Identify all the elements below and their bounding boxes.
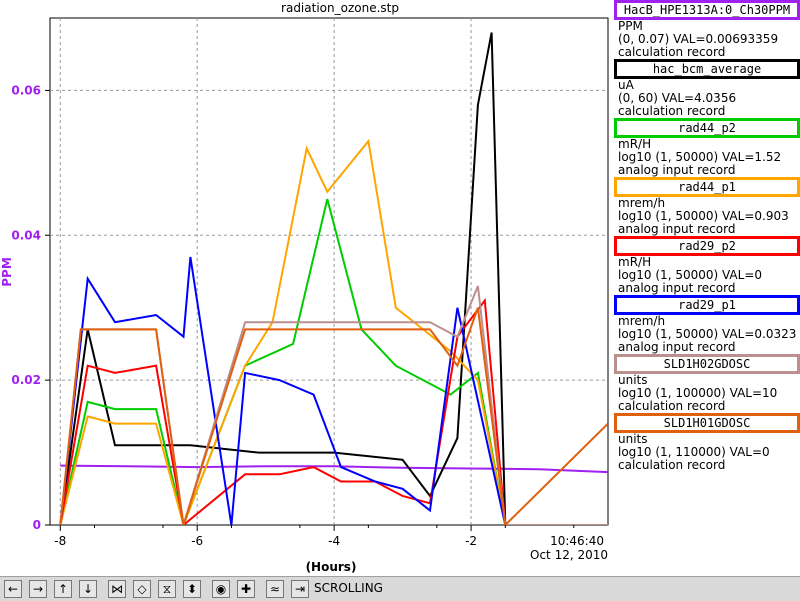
legend-entry[interactable]: HacB_HPE1313A:0_Ch30PPM PPM (0, 0.07) VAL=… [614,0,800,59]
target-icon: ◉ [215,582,227,596]
arrow-down-icon: ↓ [82,582,94,596]
y-tick-label: 0.04 [11,228,41,242]
arrow-up-icon: ↑ [57,582,69,596]
arrow-left-icon: ← [7,582,19,596]
pan-down-button[interactable]: ↓ [79,580,97,598]
legend-entry[interactable]: rad29_p1 mrem/h log10 (1, 50000) VAL=0.032… [614,295,800,354]
legend-record: analog input record [618,222,736,236]
end-time-label: 10:46:40 [550,534,604,548]
series-sld1h02gdosc [59,285,608,525]
scroll-icon: ⇥ [294,582,306,596]
legend-series-name[interactable]: rad44_p1 [614,177,800,197]
legend-series-name[interactable]: SLD1H02GDOSC [614,354,800,374]
y-axis-label: PPM [0,257,14,287]
legend-entry[interactable]: SLD1H02GDOSC units log10 (1, 100000) VAL=1… [614,354,800,413]
legend-series-name[interactable]: rad29_p2 [614,236,800,256]
legend-record: calculation record [618,45,726,59]
legend-entry[interactable]: rad44_p1 mrem/h log10 (1, 50000) VAL=0.903… [614,177,800,236]
series-rad29-p2 [59,297,608,525]
undo-zoom-icon: ≈ [269,582,281,596]
legend-entry[interactable]: SLD1H01GDOSC units log10 (1, 110000) VAL=0… [614,413,800,472]
legend-entry[interactable]: rad29_p2 mR/H log10 (1, 50000) VAL=0 analog… [614,236,800,295]
zoom-out-x-icon: ◇ [137,582,147,596]
legend-record: analog input record [618,340,736,354]
pan-left-button[interactable]: ← [4,580,22,598]
zoom-in-x-button[interactable]: ⋈ [108,580,126,598]
x-tick-label: -2 [465,534,477,548]
scroll-mode-label: SCROLLING [314,581,383,595]
zoom-out-y-icon: ⬍ [186,582,198,596]
legend-record: analog input record [618,281,736,295]
x-tick-label: -6 [191,534,203,548]
zoom-out-y-button[interactable]: ⬍ [183,580,201,598]
legend-panel: HacB_HPE1313A:0_Ch30PPM PPM (0, 0.07) VAL=… [614,0,800,472]
legend-series-name[interactable]: hac_bcm_average [614,59,800,79]
legend-record: calculation record [618,104,726,118]
zoom-in-y-icon: ⧖ [162,582,172,596]
legend-series-name[interactable]: rad29_p1 [614,295,800,315]
zoom-in-y-button[interactable]: ⧖ [158,580,176,598]
legend-record: analog input record [618,163,736,177]
y-tick-label: 0.06 [11,83,41,97]
toolbar: ← → ↑ ↓ ⋈ ◇ ⧖ ⬍ ◉ ✚ ≈ ⇥ SCROLLING [0,576,800,601]
scroll-button[interactable]: ⇥ [291,580,309,598]
legend-record: calculation record [618,458,726,472]
auto-zoom-button[interactable]: ◉ [212,580,230,598]
plus-icon: ✚ [240,582,252,596]
legend-record: calculation record [618,399,726,413]
x-axis-label: (Hours) [306,560,357,574]
arrow-right-icon: → [32,582,44,596]
legend-series-name[interactable]: SLD1H01GDOSC [614,413,800,433]
legend-entry[interactable]: hac_bcm_average uA (0, 60) VAL=4.0356 calcu… [614,59,800,118]
y-tick-label: 0 [33,518,41,532]
pan-right-button[interactable]: → [29,580,47,598]
undo-zoom-button[interactable]: ≈ [266,580,284,598]
zoom-out-x-button[interactable]: ◇ [133,580,151,598]
strip-chart-plot[interactable]: 0 0.02 0.04 0.06 -8 -6 -4 -2 10:46:40Oct 12, 201… [0,0,612,576]
legend-series-name[interactable]: rad44_p2 [614,118,800,138]
x-tick-label: -8 [54,534,66,548]
plot-frame [49,17,609,526]
x-tick-label: -4 [328,534,340,548]
zoom-in-x-icon: ⋈ [111,582,123,596]
pan-up-button[interactable]: ↑ [54,580,72,598]
legend-entry[interactable]: rad44_p2 mR/H log10 (1, 50000) VAL=1.52 ana… [614,118,800,177]
y-tick-label: 0.02 [11,373,41,387]
end-date-label: Oct 12, 2010 [530,548,608,562]
legend-series-name[interactable]: HacB_HPE1313A:0_Ch30PPM [614,0,800,20]
stagger-button[interactable]: ✚ [237,580,255,598]
